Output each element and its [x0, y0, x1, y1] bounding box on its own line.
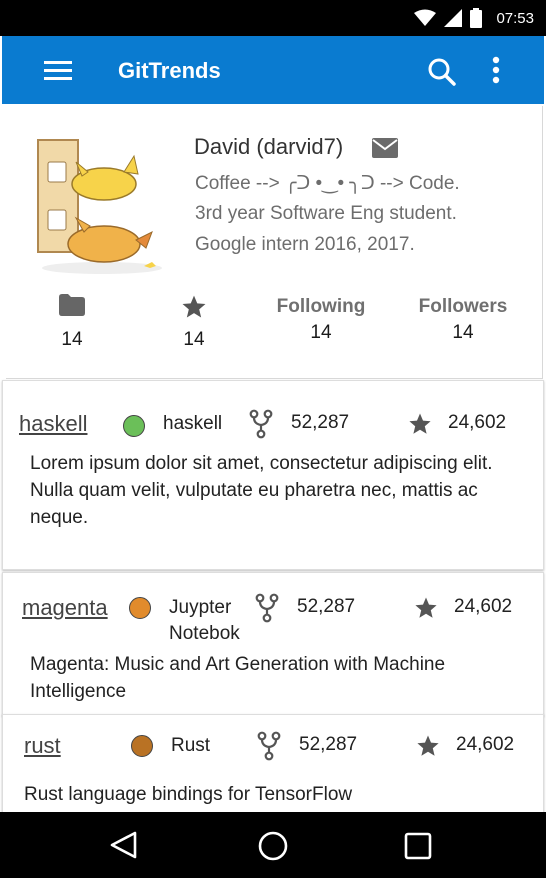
stat-stars[interactable]: 14: [174, 294, 214, 351]
recents-icon[interactable]: [404, 832, 432, 860]
fork-count: 52,287: [297, 596, 356, 617]
stat-followers[interactable]: Followers 14: [408, 296, 518, 344]
profile-card: David (darvid7) Coffee --> ╭ᑐ •‿• ╮ᑐ -->…: [6, 106, 543, 379]
menu-icon[interactable]: [42, 58, 74, 84]
status-time: 07:53: [496, 9, 534, 27]
cell-signal-icon: [444, 9, 463, 27]
avatar[interactable]: [24, 132, 168, 276]
fork-icon: [255, 593, 279, 623]
language-color-dot: [123, 415, 145, 437]
repo-description: Magenta: Music and Art Generation with M…: [30, 654, 446, 702]
repo-language: Juypter Notebok: [169, 597, 240, 644]
navigation-bar: [0, 812, 546, 878]
fork-icon: [257, 731, 281, 761]
profile-name: David (darvid7): [194, 134, 344, 159]
repo-name[interactable]: haskell: [19, 411, 87, 437]
repo-description: Rust language bindings for TensorFlow: [24, 784, 353, 805]
star-icon: [409, 413, 431, 434]
star-icon: [417, 735, 439, 756]
bio-line-2: 3rd year Software Eng student.: [195, 203, 457, 224]
back-icon[interactable]: [108, 830, 138, 860]
stat-repos[interactable]: 14: [52, 294, 92, 351]
bio-line-3: Google intern 2016, 2017.: [195, 234, 415, 255]
status-bar: 07:53: [0, 0, 546, 36]
stat-stars-value: 14: [183, 329, 205, 350]
stat-following-label: Following: [276, 296, 366, 317]
star-count: 24,602: [456, 734, 515, 755]
repo-card-haskell[interactable]: haskell haskell 52,287 24,602 Lorem ipsu…: [2, 380, 544, 570]
fork-icon: [249, 409, 273, 439]
wifi-icon: [414, 9, 437, 26]
stat-followers-label: Followers: [418, 296, 508, 317]
fork-count: 52,287: [291, 412, 350, 433]
repo-name[interactable]: rust: [24, 733, 61, 759]
star-count: 24,602: [454, 596, 513, 617]
mail-icon[interactable]: [372, 138, 398, 158]
repo-name[interactable]: magenta: [22, 595, 108, 621]
status-icons: 07:53: [414, 0, 534, 36]
app-bar: GitTrends: [2, 36, 544, 104]
home-icon[interactable]: [257, 830, 289, 862]
app-title: GitTrends: [118, 58, 221, 83]
language-color-dot: [129, 597, 151, 619]
repo-card-rust[interactable]: rust Rust 52,287 24,602 Rust language bi…: [2, 714, 544, 813]
repo-card-magenta[interactable]: magenta Juypter Notebok 52,287 24,602 Ma…: [2, 572, 544, 716]
search-icon[interactable]: [426, 56, 458, 88]
repo-description: Lorem ipsum dolor sit amet, consectetur …: [30, 453, 493, 528]
star-count: 24,602: [448, 412, 507, 433]
more-vert-icon[interactable]: [484, 52, 508, 88]
stat-following[interactable]: Following 14: [266, 296, 376, 344]
stat-following-value: 14: [310, 322, 332, 343]
repo-language: Rust: [171, 735, 211, 756]
repo-language: haskell: [163, 413, 223, 434]
bio-line-1: Coffee --> ╭ᑐ •‿• ╮ᑐ --> Code.: [195, 173, 460, 194]
folder-icon: [59, 294, 85, 316]
star-icon: [415, 597, 437, 618]
language-color-dot: [131, 735, 153, 757]
stat-followers-value: 14: [452, 322, 474, 343]
battery-icon: [470, 8, 483, 28]
stat-repos-value: 14: [61, 329, 83, 350]
star-icon: [182, 295, 206, 318]
fork-count: 52,287: [299, 734, 358, 755]
